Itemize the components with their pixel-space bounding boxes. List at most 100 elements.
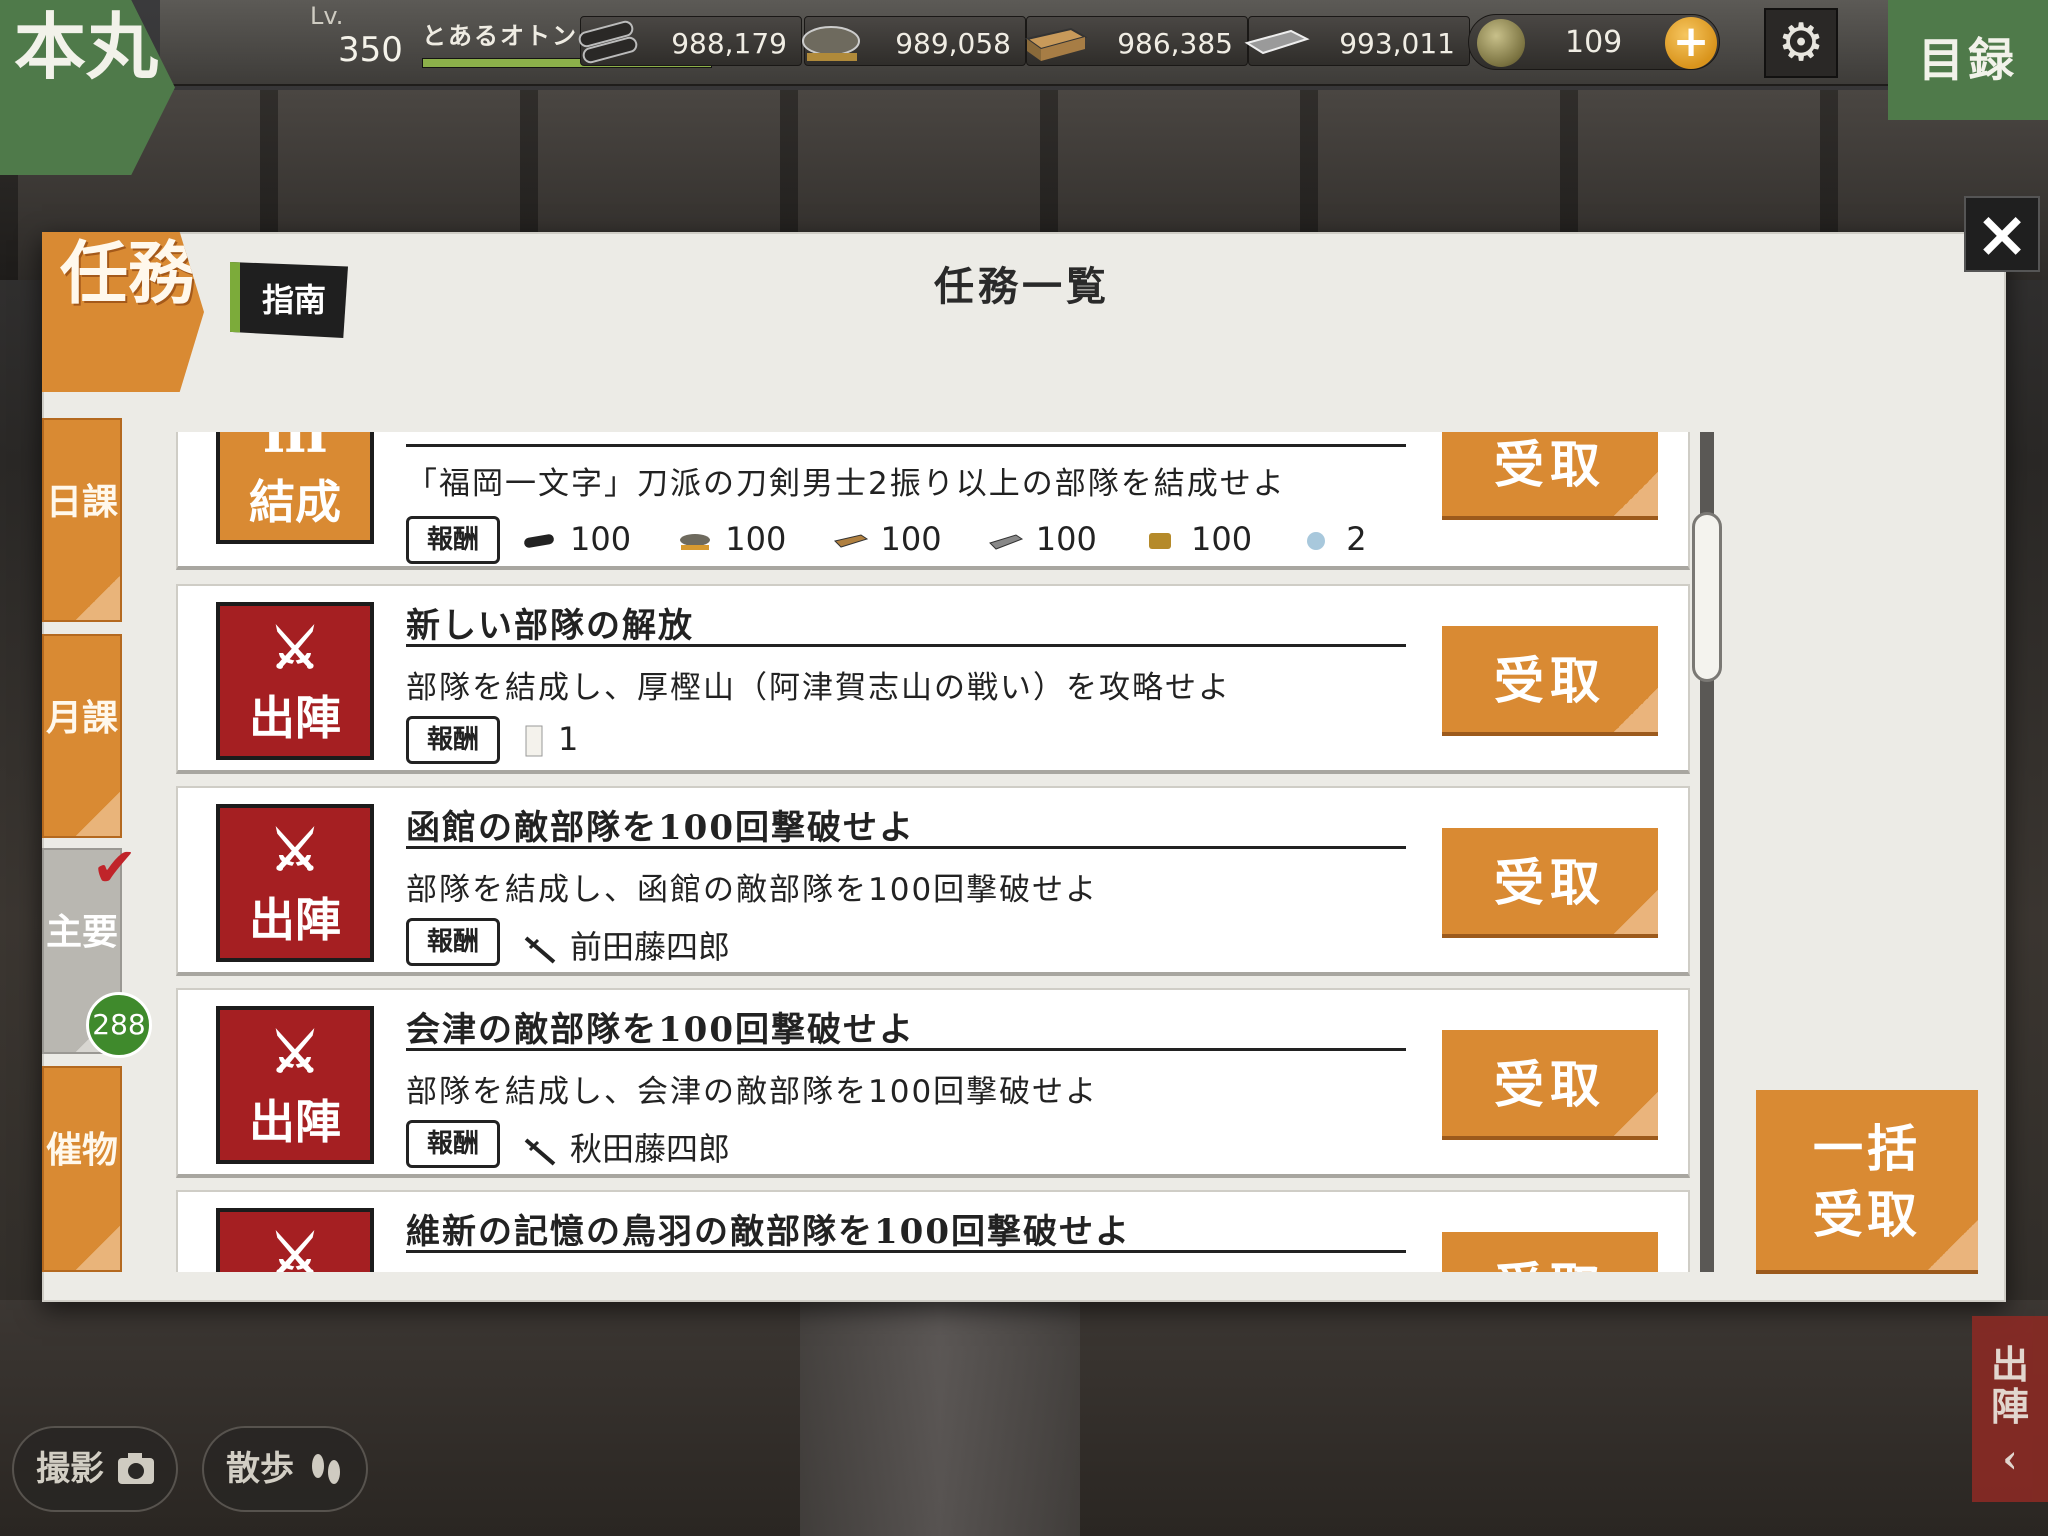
koban-icon: [1477, 19, 1525, 67]
tab-label: 催物: [45, 1129, 118, 1171]
tab-label: 月課: [45, 697, 118, 739]
gear-icon: ⚙: [1777, 13, 1825, 73]
room-pillar: [800, 1300, 1080, 1536]
quest-title: 函館の敵部隊を100回撃破せよ: [406, 808, 915, 848]
catalog-button[interactable]: 目録: [1888, 0, 2048, 120]
sword-icon: ⚔: [269, 1020, 321, 1086]
quest-title: 維新の記憶の鳥羽の敵部隊を100回撃破せよ: [406, 1212, 1131, 1252]
quest-divider: [406, 846, 1406, 849]
photo-label: 撮影: [36, 1449, 104, 1489]
reward-amount: 100: [1191, 520, 1253, 558]
chevron-left-icon: ‹: [2002, 1436, 2018, 1481]
koban-value: 109: [1565, 25, 1623, 60]
quest-description: 「福岡一文字」刀派の刀剣男士2振り以上の部隊を結成せよ: [406, 466, 1286, 502]
sword-icon: ⚔: [269, 1222, 321, 1272]
koban-icon: [1149, 533, 1171, 549]
claim-button[interactable]: 受取: [1442, 1232, 1658, 1272]
reward-item: 1: [522, 720, 578, 758]
resource-charcoal: 988,179: [578, 16, 802, 66]
bulk-claim-button[interactable]: 一括受取: [1756, 1090, 1978, 1274]
quest-type-badge: ⚔ 出陣: [216, 1006, 374, 1164]
reward-amount: 1: [558, 720, 579, 758]
reward-amount: 100: [880, 520, 942, 558]
claim-button[interactable]: 受取: [1442, 626, 1658, 736]
whetstone-icon: [833, 534, 868, 548]
claim-button[interactable]: 受取: [1442, 432, 1658, 520]
tab-label: 日課: [45, 481, 118, 523]
reward-label: 報酬: [406, 918, 500, 966]
sortie-side-button[interactable]: 出陣 ‹: [1972, 1316, 2048, 1502]
tab-monthly[interactable]: 月課: [42, 634, 122, 838]
bulk-claim-label: 一括受取: [1813, 1119, 1921, 1244]
quest-title: 新しい部隊の解放: [406, 606, 694, 646]
quest-row: ⚔ 出陣 新しい部隊の解放 部隊を結成し、厚樫山（阿津賀志山の戦い）を攻略せよ …: [176, 584, 1690, 774]
reward-items: 秋田藤四郎: [522, 1124, 766, 1170]
settings-button[interactable]: ⚙: [1764, 8, 1838, 78]
resource-steel: 993,011: [1244, 16, 1470, 66]
claim-button[interactable]: 受取: [1442, 1030, 1658, 1140]
quest-divider: [406, 444, 1406, 447]
close-button[interactable]: ×: [1964, 196, 2040, 272]
sword-icon: [524, 936, 556, 964]
reward-items: 1: [522, 720, 614, 758]
quest-divider: [406, 1250, 1406, 1253]
check-icon: ✔: [92, 836, 138, 899]
level-value: 350: [338, 30, 403, 70]
reward-item: 2: [1298, 520, 1367, 558]
reward-item: 秋田藤四郎: [522, 1124, 730, 1170]
walk-button[interactable]: 散歩: [202, 1426, 368, 1512]
quest-type-badge: ⚔ 出陣: [216, 602, 374, 760]
cooling-water-icon: [802, 26, 860, 61]
resource-whetstone: 986,385: [1024, 16, 1248, 66]
quest-description: 部隊を結成し、函館の敵部隊を100回撃破せよ: [406, 872, 1099, 908]
whetstone-icon: [1024, 27, 1088, 61]
reward-sword-name: 秋田藤四郎: [570, 1130, 731, 1168]
quest-row: ⚔ 出陣 会津の敵部隊を100回撃破せよ 部隊を結成し、会津の敵部隊を100回撃…: [176, 988, 1690, 1178]
sword-icon: ⚔: [269, 616, 321, 682]
dialog-title: 任務一覧: [934, 263, 1110, 310]
footprints-icon: [312, 1454, 340, 1484]
reward-amount: 100: [725, 520, 787, 558]
reward-items: 100 100 100 100 100 2: [522, 520, 1403, 558]
resource-value: 986,385: [1117, 27, 1233, 60]
level-label: Lv.: [310, 2, 344, 30]
quest-type-label: 出陣: [249, 1095, 341, 1149]
reward-amount: 100: [1035, 520, 1097, 558]
quest-row: ⚔ 出陣 維新の記憶の鳥羽の敵部隊を100回撃破せよ 受取: [176, 1190, 1690, 1272]
resource-value: 988,179: [671, 27, 787, 60]
charcoal-icon: [578, 20, 638, 64]
resource-cooling-water: 989,058: [802, 16, 1026, 66]
photo-button[interactable]: 撮影: [12, 1426, 178, 1512]
steel-icon: [988, 534, 1023, 550]
reward-item: 100: [522, 520, 631, 558]
quest-row: ⅲ 結成 「福岡一文字」刀派の刀剣男士2振り以上の部隊を結成せよ 報酬 100 …: [176, 432, 1690, 570]
reward-item: 100: [833, 520, 942, 558]
quest-type-badge: ⅲ 結成: [216, 432, 374, 544]
guide-button[interactable]: 指南: [230, 262, 348, 338]
sword-icon: ⚔: [269, 818, 321, 884]
tab-event[interactable]: 催物: [42, 1066, 122, 1272]
section-tag: 任務: [42, 232, 204, 392]
reward-amount: 100: [570, 520, 632, 558]
walk-label: 散歩: [226, 1449, 294, 1489]
scrollbar-thumb[interactable]: [1692, 512, 1722, 682]
quest-description: 部隊を結成し、会津の敵部隊を100回撃破せよ: [406, 1074, 1099, 1110]
permit-icon: [525, 725, 543, 757]
resource-value: 993,011: [1339, 27, 1455, 60]
status-bar: Lv. 350 とあるオトンの刀剣乱舞 988,179 989,058 986,…: [160, 0, 2020, 86]
quest-type-label: 出陣: [249, 893, 341, 947]
claim-button[interactable]: 受取: [1442, 828, 1658, 938]
crystal-icon: [1307, 532, 1326, 550]
tab-daily[interactable]: 日課: [42, 418, 122, 622]
quest-type-badge: ⚔ 出陣: [216, 1208, 374, 1272]
add-koban-button[interactable]: +: [1665, 17, 1717, 69]
quest-row: ⚔ 出陣 函館の敵部隊を100回撃破せよ 部隊を結成し、函館の敵部隊を100回撃…: [176, 786, 1690, 976]
reward-item: 100: [988, 520, 1097, 558]
reward-item: 100: [1143, 520, 1252, 558]
koban-display: 109 +: [1468, 14, 1720, 70]
resource-value: 989,058: [895, 27, 1011, 60]
quest-list[interactable]: ⅲ 結成 「福岡一文字」刀派の刀剣男士2振り以上の部隊を結成せよ 報酬 100 …: [176, 432, 1716, 1272]
reward-label: 報酬: [406, 1120, 500, 1168]
reward-label: 報酬: [406, 716, 500, 764]
steel-icon: [1244, 29, 1310, 55]
